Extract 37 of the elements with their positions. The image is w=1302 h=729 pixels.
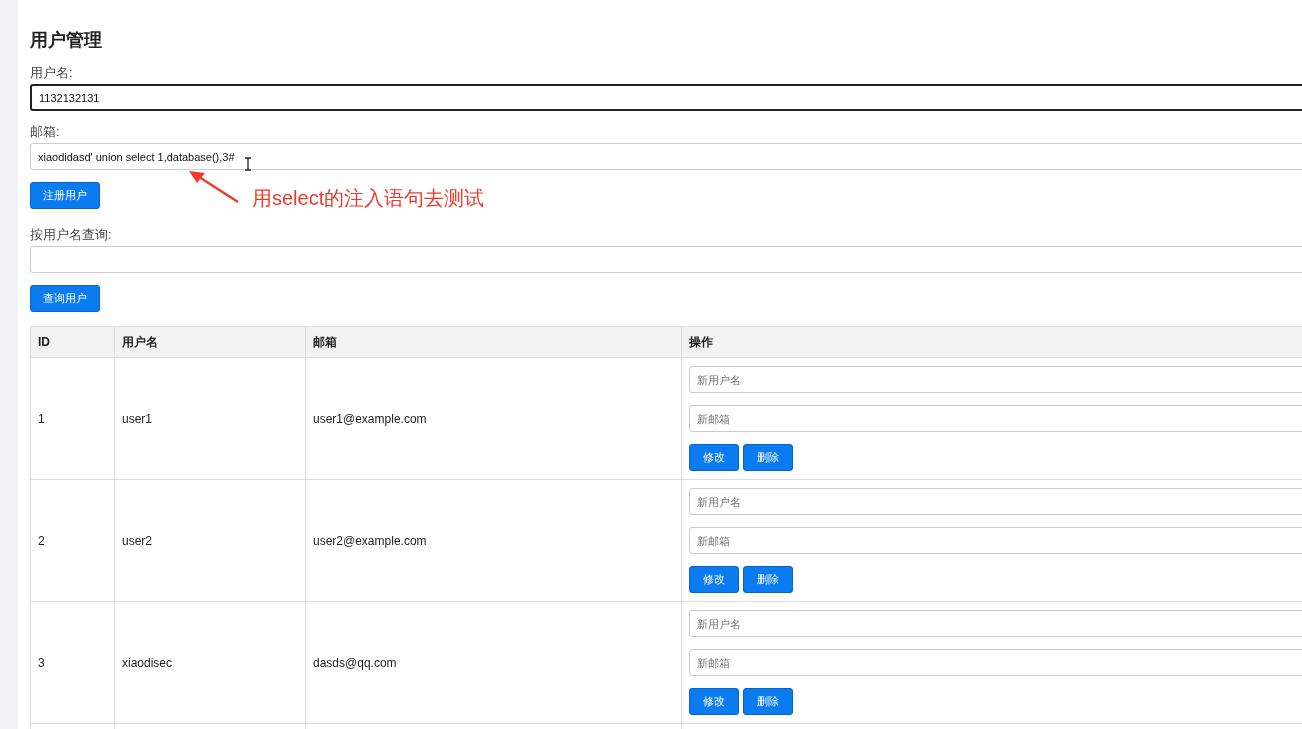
delete-button[interactable]: 删除 [743,444,793,471]
email-input[interactable]: 新邮箱 [689,527,1302,554]
field-label: 邮箱: [30,123,61,139]
edit-button[interactable]: 修改 [689,688,739,715]
table-cell: 3 [30,601,115,724]
text-cursor-icon [244,157,252,171]
table-cell: user1@example.com [305,357,682,480]
username-input[interactable]: 新用户名 [689,366,1302,393]
field-label: 按用户名查询: [30,226,113,242]
register-button[interactable]: 注册用户 [30,182,100,209]
table-cell: 1 [30,357,115,480]
table-cell: user2 [114,479,306,602]
email-input[interactable]: 新邮箱 [689,649,1302,676]
delete-button[interactable]: 删除 [743,688,793,715]
input-field[interactable]: xiaodidasd' union select 1,database(),3# [30,143,1302,170]
column-header: ID [30,326,115,358]
table-cell: dasds@qq.com [305,601,682,724]
search-field[interactable] [30,246,1302,273]
column-header: 用户名 [114,326,306,358]
table-cell: user1 [114,357,306,480]
annotation-text: 用select的注入语句去测试 [252,186,485,211]
search-button[interactable]: 查询用户 [30,285,100,312]
table-cell: user2@example.com [305,479,682,602]
table-cell: xiaodisec [114,601,306,724]
column-header: 邮箱 [305,326,682,358]
field-label: 用户名: [30,64,74,80]
page-title: 用户管理 [30,29,103,52]
edit-button[interactable]: 修改 [689,444,739,471]
email-input[interactable]: 新邮箱 [689,405,1302,432]
edit-button[interactable]: 修改 [689,566,739,593]
arrow-icon [188,170,240,204]
column-header: 操作 [681,326,1302,358]
delete-button[interactable]: 删除 [743,566,793,593]
username-input[interactable]: 新用户名 [689,610,1302,637]
username-input[interactable]: 新用户名 [689,488,1302,515]
table-cell: 2 [30,479,115,602]
input-field[interactable]: 1132132131 [30,84,1302,111]
